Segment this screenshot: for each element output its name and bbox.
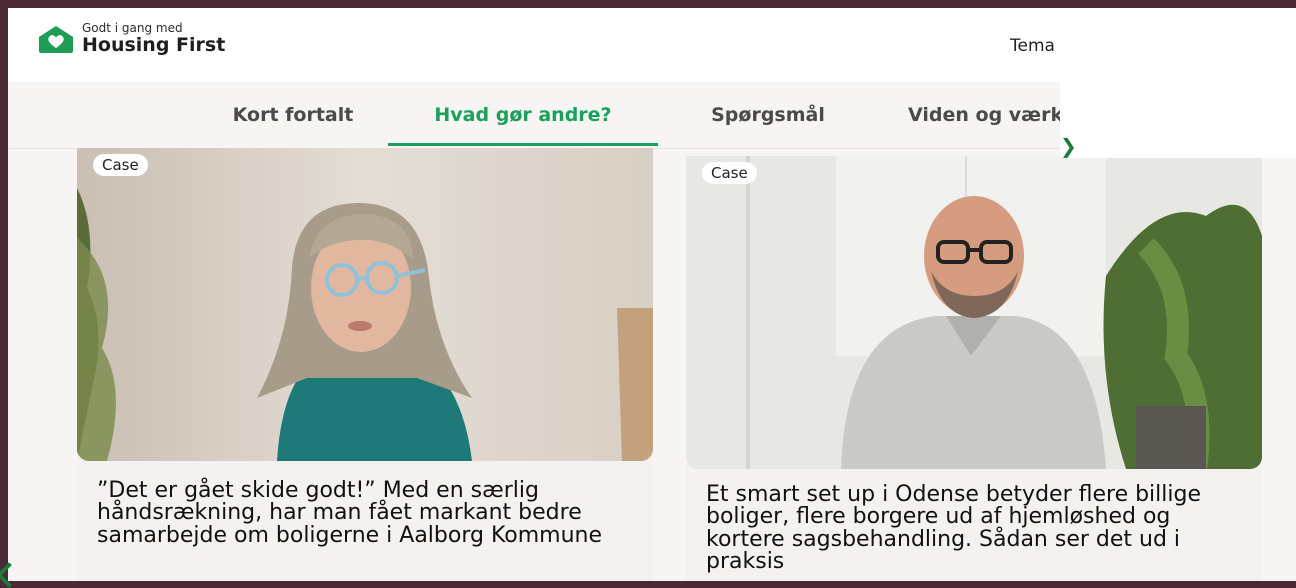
chevron-icon: ❯ bbox=[1060, 134, 1077, 158]
tab-sporgsmal[interactable]: Spørgsmål bbox=[668, 82, 868, 148]
tab-label: Viden og værk bbox=[908, 104, 1064, 126]
site-logo[interactable]: Godt i gang med Housing First bbox=[36, 22, 225, 55]
tab-kort-fortalt[interactable]: Kort fortalt bbox=[178, 82, 408, 148]
case-title[interactable]: Et smart set up i Odense betyder flere b… bbox=[706, 483, 1246, 574]
man-portrait-image bbox=[686, 156, 1262, 469]
tab-label: Spørgsmål bbox=[711, 104, 825, 126]
case-photo: Case bbox=[77, 148, 653, 461]
logo-title: Housing First bbox=[82, 34, 226, 56]
case-photo: Case bbox=[686, 156, 1262, 469]
case-title[interactable]: ”Det er gået skide godt!” Med en særlig … bbox=[97, 479, 637, 547]
page: Godt i gang med Housing First Tema Kort … bbox=[8, 8, 1296, 581]
tab-hvad-gor-andre[interactable]: Hvad gør andre? bbox=[388, 82, 658, 148]
case-card-aalborg[interactable]: Case ”Det er gået skide godt!” Med en sæ… bbox=[77, 148, 653, 581]
overlay-panel: ❯ bbox=[1060, 8, 1296, 158]
woman-portrait-image bbox=[77, 148, 653, 461]
active-tab-underline bbox=[388, 143, 658, 146]
tab-label: Kort fortalt bbox=[232, 104, 354, 126]
nav-item-tema[interactable]: Tema bbox=[1010, 36, 1055, 56]
tab-label: Hvad gør andre? bbox=[434, 104, 612, 126]
case-card-odense[interactable]: Case Et smart set up i Odense betyder fl… bbox=[686, 156, 1262, 581]
house-heart-logo-icon bbox=[39, 25, 73, 53]
logo-tagline: Godt i gang med bbox=[82, 21, 183, 35]
case-badge: Case bbox=[702, 162, 757, 184]
case-badge: Case bbox=[93, 154, 148, 176]
